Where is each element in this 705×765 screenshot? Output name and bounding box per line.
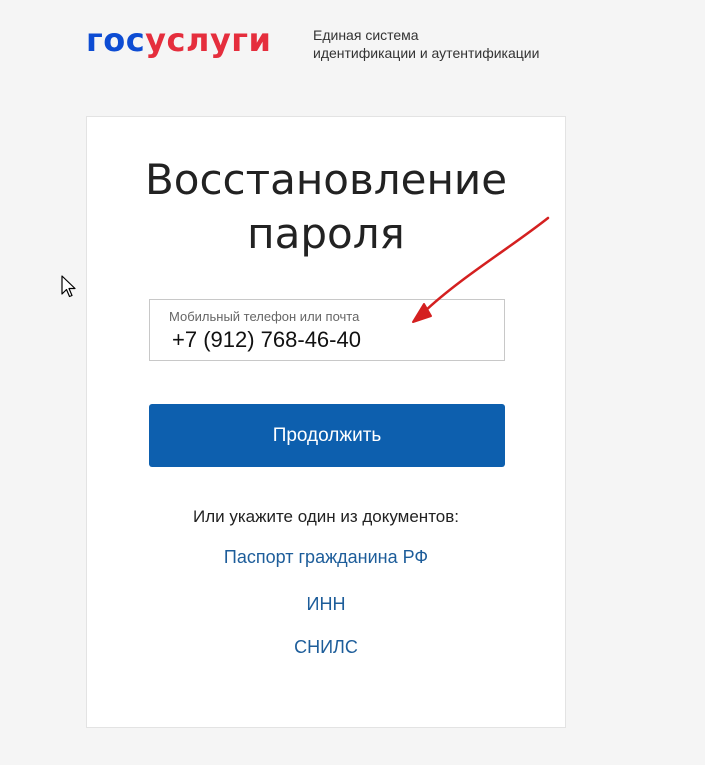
inn-link[interactable]: ИНН	[87, 594, 565, 615]
site-tagline: Единая система идентификации и аутентифи…	[313, 26, 539, 62]
mouse-cursor-icon	[61, 275, 76, 298]
tagline-line-2: идентификации и аутентификации	[313, 45, 540, 61]
field-label: Мобильный телефон или почта	[169, 309, 360, 324]
phone-or-email-field[interactable]: Мобильный телефон или почта	[149, 299, 505, 361]
snils-link[interactable]: СНИЛС	[87, 637, 565, 658]
logo-part-uslugi: услуги	[145, 21, 272, 59]
passport-link[interactable]: Паспорт гражданина РФ	[87, 547, 565, 568]
documents-caption: Или укажите один из документов:	[192, 507, 460, 526]
site-header: госуслуги Единая система идентификации и…	[86, 20, 646, 70]
password-recovery-card: Восстановление пароля Мобильный телефон …	[86, 116, 566, 728]
continue-button[interactable]: Продолжить	[149, 404, 505, 467]
title-line-2: пароля	[247, 209, 405, 258]
tagline-line-1: Единая система	[313, 27, 419, 43]
gosuslugi-logo[interactable]: госуслуги	[86, 20, 271, 60]
title-line-1: Восстановление	[144, 155, 508, 204]
logo-part-gos: гос	[86, 21, 146, 59]
page-title: Восстановление пароля	[87, 153, 565, 261]
phone-or-email-input[interactable]	[172, 326, 482, 354]
